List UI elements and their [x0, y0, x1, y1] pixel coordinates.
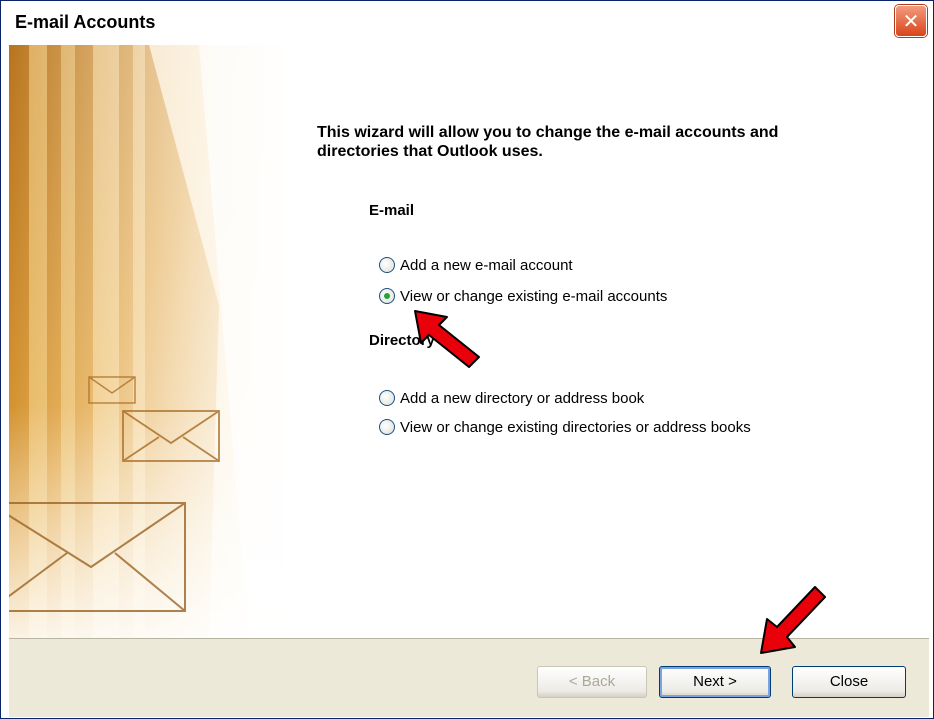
radio-view-directories[interactable]: View or change existing directories or a…	[379, 417, 751, 437]
email-accounts-dialog: E-mail Accounts ✕ This wizard will allow…	[0, 0, 934, 719]
next-button[interactable]: Next >	[659, 666, 771, 698]
intro-text: This wizard will allow you to change the…	[317, 124, 779, 160]
radio-button[interactable]	[379, 257, 395, 273]
radio-add-directory[interactable]: Add a new directory or address book	[379, 388, 644, 408]
radio-label: Add a new directory or address book	[400, 389, 645, 407]
window-title: E-mail Accounts	[15, 12, 156, 32]
envelope-art	[9, 45, 285, 638]
close-window-button[interactable]: ✕	[895, 5, 927, 37]
close-button[interactable]: Close	[792, 666, 906, 698]
email-section-heading: E-mail	[369, 202, 415, 219]
radio-label: Add a new e-mail account	[400, 256, 573, 274]
radio-button-checked[interactable]	[379, 288, 395, 304]
radio-button[interactable]	[379, 419, 395, 435]
close-icon: ✕	[902, 9, 920, 33]
title-bar: E-mail Accounts ✕	[1, 1, 933, 45]
wizard-illustration	[9, 45, 285, 638]
arrow-icon	[414, 310, 480, 368]
radio-add-email-account[interactable]: Add a new e-mail account	[379, 255, 573, 275]
radio-button[interactable]	[379, 390, 395, 406]
arrow-icon	[760, 586, 826, 654]
wizard-content: This wizard will allow you to change the…	[285, 45, 929, 638]
radio-label: View or change existing directories or a…	[400, 418, 751, 436]
back-button[interactable]: < Back	[537, 666, 647, 698]
